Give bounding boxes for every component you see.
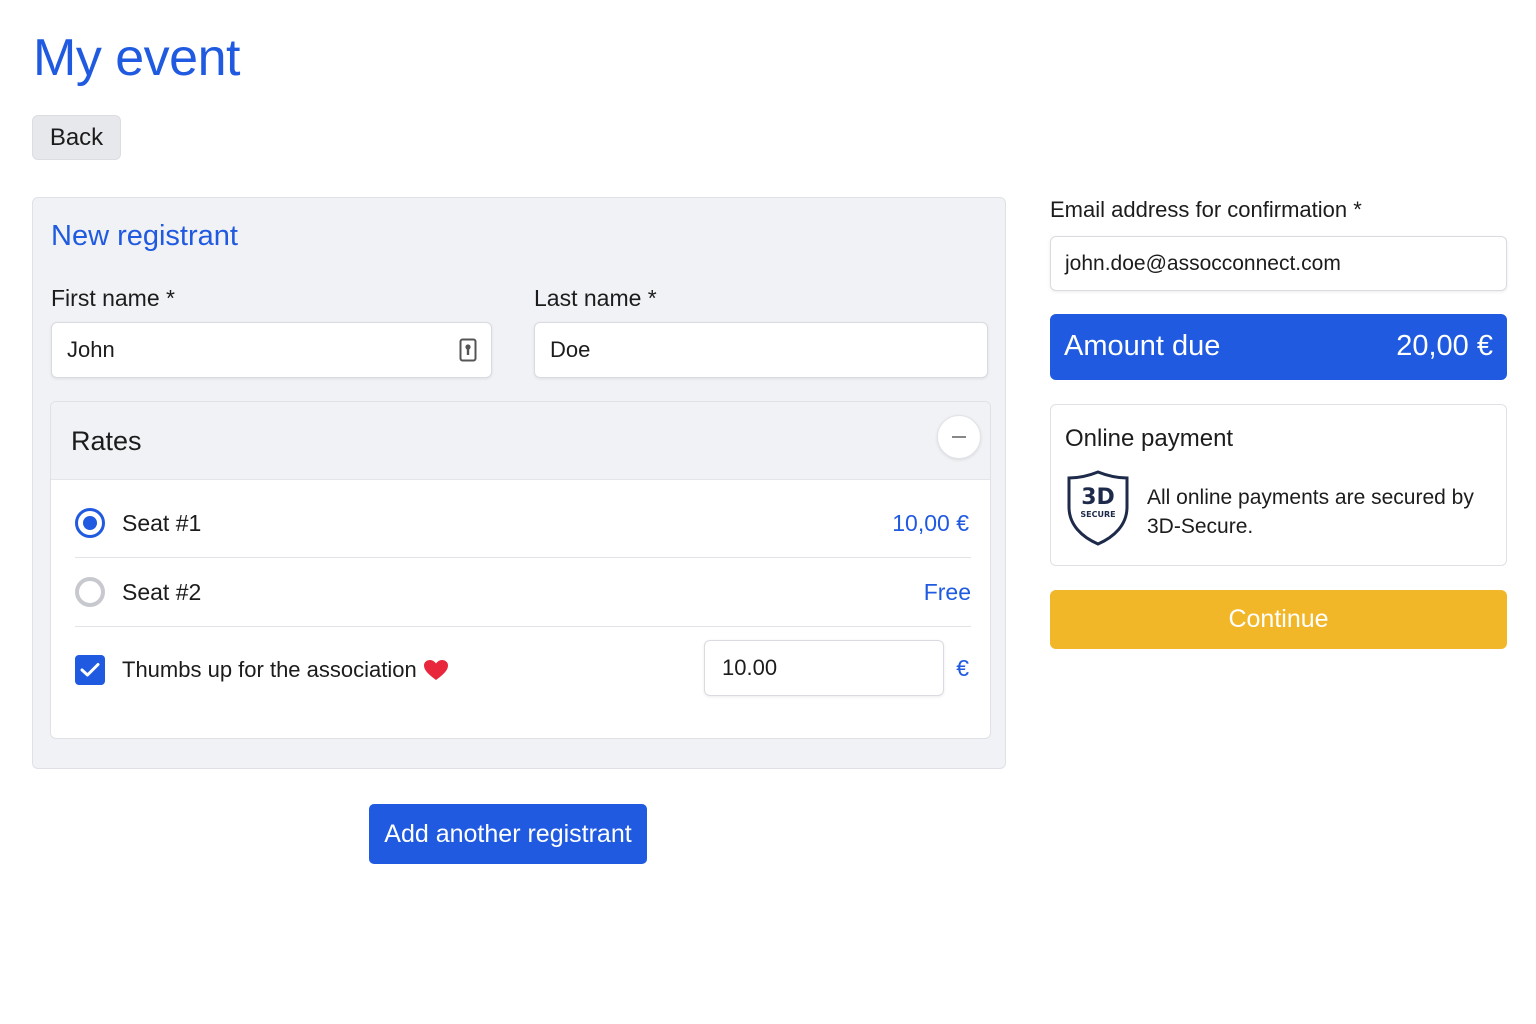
rates-title: Rates [71, 426, 142, 456]
radio-selected-icon[interactable] [75, 508, 105, 538]
add-registrant-button[interactable]: Add another registrant [369, 804, 647, 864]
donation-checkbox[interactable] [75, 655, 105, 685]
donation-label-text: Thumbs up for the association [122, 657, 417, 682]
rate-option-seat-2[interactable]: Seat #2 Free [75, 557, 971, 627]
donation-currency: € [956, 655, 969, 681]
badge-subtitle: SECURE [1080, 510, 1115, 519]
collapse-rates-button[interactable] [937, 415, 981, 459]
badge-title: 3D [1081, 485, 1115, 510]
donation-amount-input[interactable]: 10.00 [704, 640, 944, 696]
amount-due-value: 20,00 € [1396, 330, 1493, 362]
email-label: Email address for confirmation * [1050, 197, 1362, 222]
first-name-field[interactable]: John [51, 322, 492, 378]
last-name-label: Last name * [534, 285, 657, 311]
amount-due-label: Amount due [1064, 330, 1221, 362]
checkmark-icon [80, 663, 100, 677]
rate-option-price: 10,00 € [892, 510, 969, 536]
registrant-panel-title: New registrant [51, 220, 238, 252]
amount-due-banner: Amount due 20,00 € [1050, 314, 1507, 380]
last-name-field[interactable]: Doe [534, 322, 988, 378]
registrant-panel: New registrant First name * John Last na… [32, 197, 1006, 769]
continue-button[interactable]: Continue [1050, 590, 1507, 649]
rates-section: Rates Seat #1 10,00 € Seat #2 Free Thumb… [50, 401, 991, 739]
page-title: My event [33, 29, 240, 87]
rate-option-label: Seat #2 [122, 579, 202, 605]
heart-icon [423, 660, 448, 680]
email-field[interactable]: john.doe@assocconnect.com [1050, 236, 1507, 291]
radio-unselected-icon[interactable] [75, 577, 105, 607]
rate-option-label: Seat #1 [122, 510, 202, 536]
first-name-label: First name * [51, 285, 175, 311]
last-name-value: Doe [550, 337, 591, 362]
rate-option-price: Free [923, 579, 971, 605]
rates-header: Rates [51, 402, 990, 480]
contact-card-icon[interactable] [459, 338, 477, 362]
back-button[interactable]: Back [32, 115, 121, 160]
3d-secure-shield-icon: 3D SECURE [1067, 470, 1129, 546]
donation-label: Thumbs up for the association [122, 657, 449, 683]
online-payment-box: Online payment 3D SECURE All online paym… [1050, 404, 1507, 566]
first-name-value: John [67, 337, 115, 362]
online-payment-title: Online payment [1065, 425, 1234, 452]
donation-row: Thumbs up for the association 10.00 € [75, 640, 971, 700]
rate-option-seat-1[interactable]: Seat #1 10,00 € [75, 488, 971, 558]
payment-security-note: All online payments are secured by 3D-Se… [1147, 486, 1474, 538]
minus-icon [952, 436, 966, 438]
